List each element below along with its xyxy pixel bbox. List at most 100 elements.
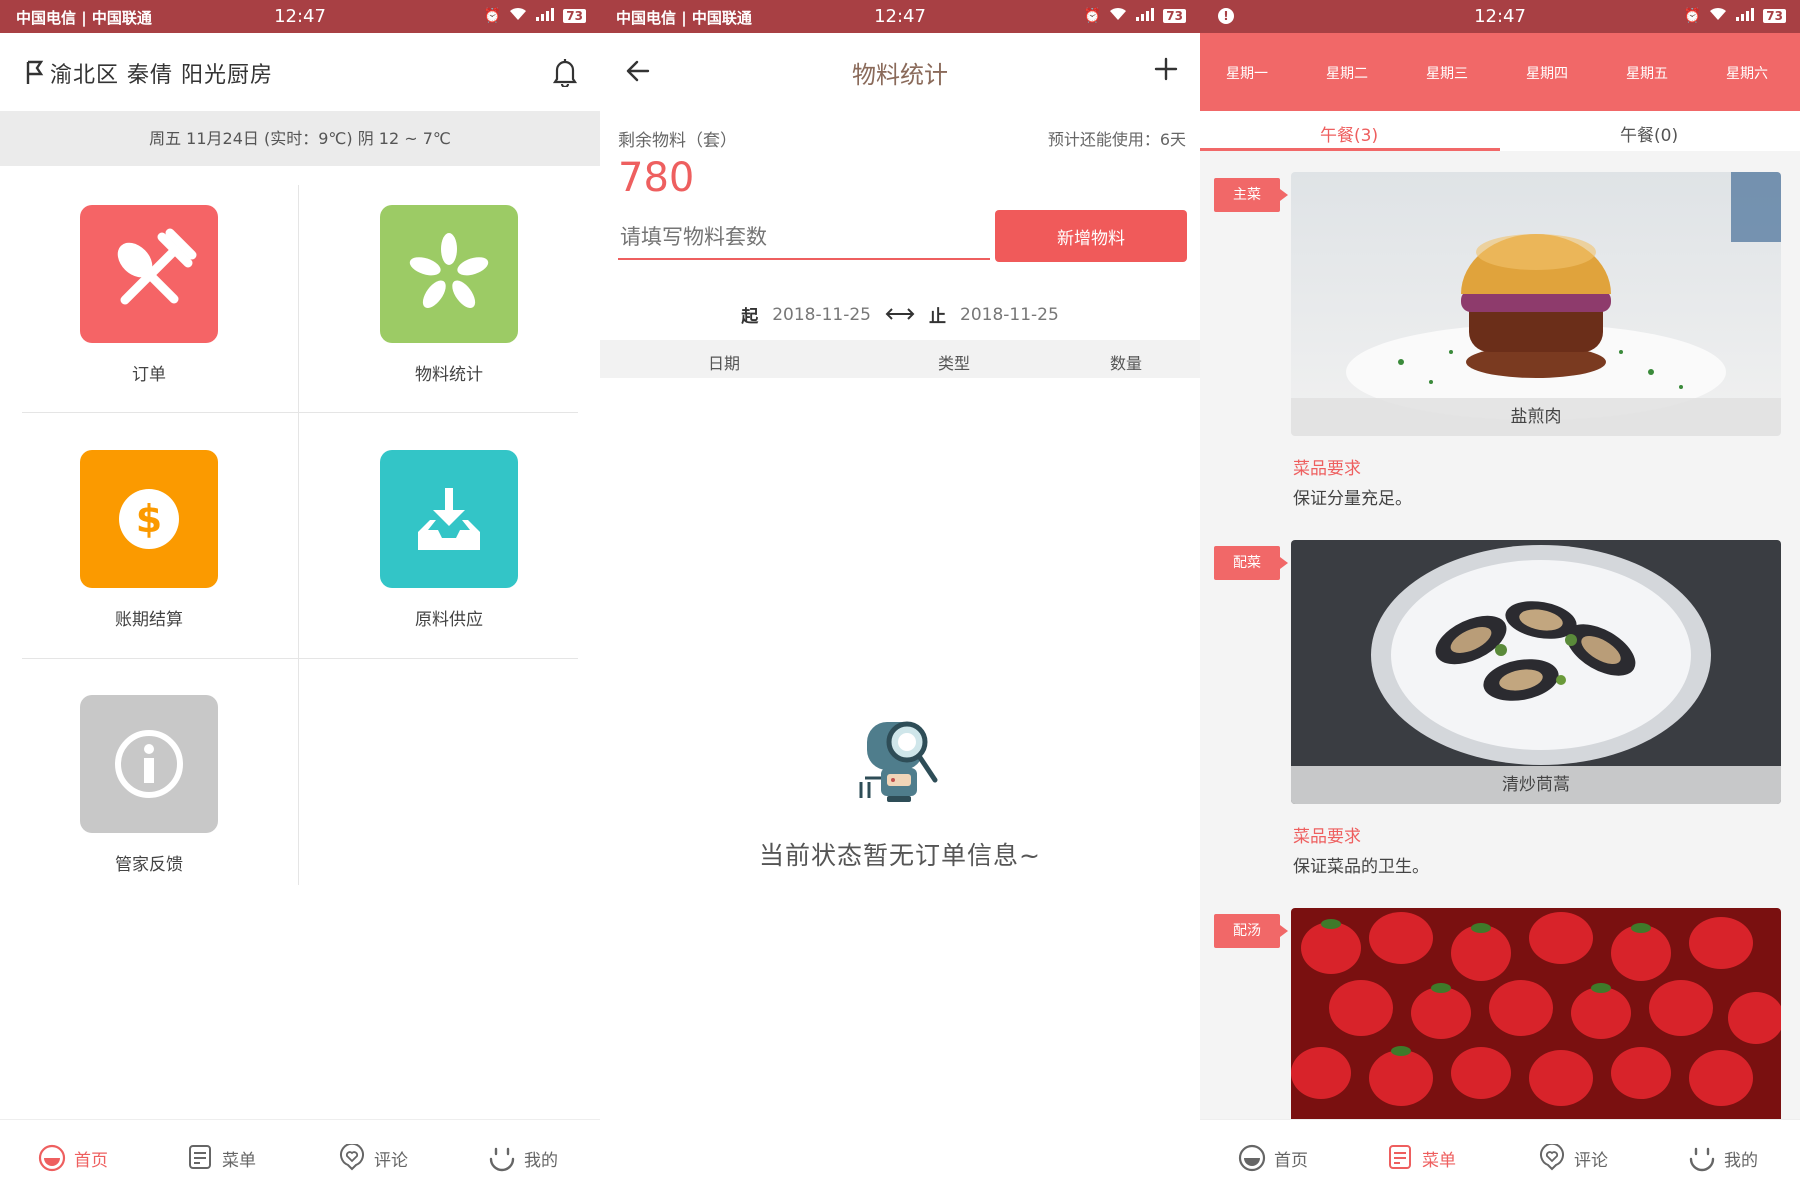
remaining-value: 780 bbox=[618, 155, 695, 201]
bottom-tab-bar: 首页 菜单 评论 我的 bbox=[1200, 1119, 1800, 1200]
material-count-input[interactable] bbox=[618, 216, 990, 260]
fork-spoon-icon bbox=[117, 228, 197, 305]
tile-billing-icon-box: $ bbox=[80, 450, 218, 588]
svg-text:$: $ bbox=[136, 497, 162, 541]
plus-icon[interactable] bbox=[1152, 55, 1180, 87]
remaining-label: 剩余物料（套） bbox=[618, 131, 737, 151]
comment-heart-icon bbox=[340, 1144, 364, 1171]
dish-requirement-text: 保证分量充足。 bbox=[1293, 489, 1412, 509]
double-arrow-icon bbox=[885, 305, 915, 325]
tab-home[interactable]: 首页 bbox=[1238, 1144, 1308, 1172]
tab-monday[interactable]: 星期一 bbox=[1226, 63, 1268, 83]
mussels-image bbox=[1291, 540, 1781, 804]
home-bowl-icon bbox=[38, 1144, 66, 1172]
tile-materials[interactable]: 物料统计 bbox=[322, 185, 600, 430]
tile-supply-label: 原料供应 bbox=[415, 610, 483, 630]
dish-tag: 配汤 bbox=[1214, 914, 1288, 948]
date-range[interactable]: 起 2018-11-25 止 2018-11-25 bbox=[600, 302, 1200, 328]
tab-menu[interactable]: 菜单 bbox=[1388, 1144, 1456, 1172]
tile-supply[interactable]: 原料供应 bbox=[322, 430, 600, 675]
tab-friday[interactable]: 星期五 bbox=[1626, 63, 1668, 83]
tab-menu-label: 菜单 bbox=[222, 1150, 256, 1171]
smile-icon bbox=[489, 1147, 515, 1172]
menu-doc-icon bbox=[189, 1145, 211, 1169]
tile-billing[interactable]: $ 账期结算 bbox=[22, 430, 300, 675]
tab-lunch-1[interactable]: 午餐(3) bbox=[1320, 121, 1378, 146]
tile-feedback-label: 管家反馈 bbox=[115, 855, 183, 875]
tab-thursday[interactable]: 星期四 bbox=[1526, 63, 1568, 83]
dish-requirement-label: 菜品要求 bbox=[1293, 459, 1361, 479]
bottom-tab-bar: 首页 菜单 评论 我的 bbox=[0, 1119, 600, 1200]
status-icons: ⏰ 73 bbox=[484, 7, 586, 25]
tile-feedback-icon-box bbox=[80, 695, 218, 833]
download-tray-icon bbox=[418, 488, 480, 550]
dish-requirement-label: 菜品要求 bbox=[1293, 827, 1361, 847]
wifi-icon bbox=[1109, 7, 1127, 25]
tab-mine-label: 我的 bbox=[1724, 1150, 1758, 1171]
dish-photo[interactable]: 清炒茼蒿 bbox=[1291, 540, 1781, 804]
tab-mine-label: 我的 bbox=[524, 1150, 558, 1171]
wifi-icon bbox=[1709, 7, 1727, 25]
signal-icon bbox=[535, 7, 555, 25]
tab-mine[interactable]: 我的 bbox=[488, 1144, 558, 1172]
end-label: 止 bbox=[929, 307, 946, 327]
status-icons: ⏰ 73 bbox=[1084, 7, 1186, 25]
battery-icon: 73 bbox=[1763, 9, 1786, 23]
tab-comment-label: 评论 bbox=[374, 1150, 408, 1171]
location-flag-icon[interactable] bbox=[26, 60, 44, 90]
tab-menu-label: 菜单 bbox=[1422, 1150, 1456, 1171]
page-title: 物料统计 bbox=[852, 61, 948, 89]
materials-header: 物料统计 bbox=[600, 33, 1200, 111]
status-icons: ⏰ 73 bbox=[1684, 7, 1786, 25]
battery-icon: 73 bbox=[1163, 9, 1186, 23]
signal-icon bbox=[1135, 7, 1155, 25]
start-date[interactable]: 2018-11-25 bbox=[772, 305, 871, 325]
materials-screen: 中国电信 | 中国联通 12:47 ⏰ 73 物料统计 剩余物料（套） 预计还能… bbox=[600, 0, 1200, 1200]
column-header-date: 日期 bbox=[708, 354, 741, 373]
location-text[interactable]: 渝北区 秦倩 阳光厨房 bbox=[50, 57, 273, 89]
tile-supply-icon-box bbox=[380, 450, 518, 588]
robot-magnifier-icon bbox=[859, 721, 938, 802]
tab-lunch-2[interactable]: 午餐(0) bbox=[1620, 121, 1678, 146]
tab-saturday[interactable]: 星期六 bbox=[1726, 63, 1768, 83]
status-bar: ! 12:47 ⏰ 73 bbox=[1200, 0, 1800, 33]
tab-comment[interactable]: 评论 bbox=[338, 1144, 408, 1172]
smile-icon bbox=[1689, 1147, 1715, 1172]
tile-orders[interactable]: 订单 bbox=[22, 185, 300, 430]
menu-screen: ! 12:47 ⏰ 73 星期一 星期二 星期三 星期四 星期五 星期六 午餐(… bbox=[1200, 0, 1800, 1200]
bell-icon[interactable] bbox=[552, 57, 578, 91]
tab-home-label: 首页 bbox=[1274, 1150, 1308, 1171]
dish-name: 清炒茼蒿 bbox=[1291, 766, 1781, 804]
tab-menu[interactable]: 菜单 bbox=[188, 1144, 256, 1172]
tab-tuesday[interactable]: 星期二 bbox=[1326, 63, 1368, 83]
alarm-icon: ⏰ bbox=[1683, 8, 1702, 24]
dollar-icon: $ bbox=[119, 489, 179, 549]
dish-name: 盐煎肉 bbox=[1291, 398, 1781, 436]
info-icon bbox=[115, 730, 183, 798]
tab-mine[interactable]: 我的 bbox=[1688, 1144, 1758, 1172]
tile-orders-icon-box bbox=[80, 205, 218, 343]
tab-home[interactable]: 首页 bbox=[38, 1144, 108, 1172]
tab-wednesday[interactable]: 星期三 bbox=[1426, 63, 1468, 83]
tab-home-label: 首页 bbox=[74, 1150, 108, 1171]
tile-billing-label: 账期结算 bbox=[115, 610, 183, 630]
asterisk-icon bbox=[409, 233, 489, 308]
tab-comment-label: 评论 bbox=[1574, 1150, 1608, 1171]
tile-materials-label: 物料统计 bbox=[415, 365, 483, 385]
home-screen: 中国电信 | 中国联通 12:47 ⏰ 73 渝北区 秦倩 阳光厨房 周五 11… bbox=[0, 0, 600, 1200]
comment-heart-icon bbox=[1540, 1144, 1564, 1171]
dish-tag: 配菜 bbox=[1214, 546, 1288, 580]
dish-photo[interactable]: 盐煎肉 bbox=[1291, 172, 1781, 436]
column-header-qty: 数量 bbox=[1110, 354, 1143, 373]
tab-comment[interactable]: 评论 bbox=[1538, 1144, 1608, 1172]
weather-banner: 周五 11月24日 (实时：9℃) 阴 12 ~ 7℃ bbox=[0, 111, 600, 166]
tile-feedback[interactable]: 管家反馈 bbox=[22, 675, 300, 920]
status-bar: 中国电信 | 中国联通 12:47 ⏰ 73 bbox=[0, 0, 600, 33]
home-bowl-icon bbox=[1238, 1144, 1266, 1172]
alarm-icon: ⏰ bbox=[1083, 8, 1102, 24]
end-date[interactable]: 2018-11-25 bbox=[960, 305, 1059, 325]
add-material-button[interactable]: 新增物料 bbox=[995, 210, 1187, 262]
battery-icon: 73 bbox=[563, 9, 586, 23]
meal-tabs: 午餐(3) 午餐(0) bbox=[1200, 111, 1800, 151]
start-label: 起 bbox=[741, 307, 759, 327]
